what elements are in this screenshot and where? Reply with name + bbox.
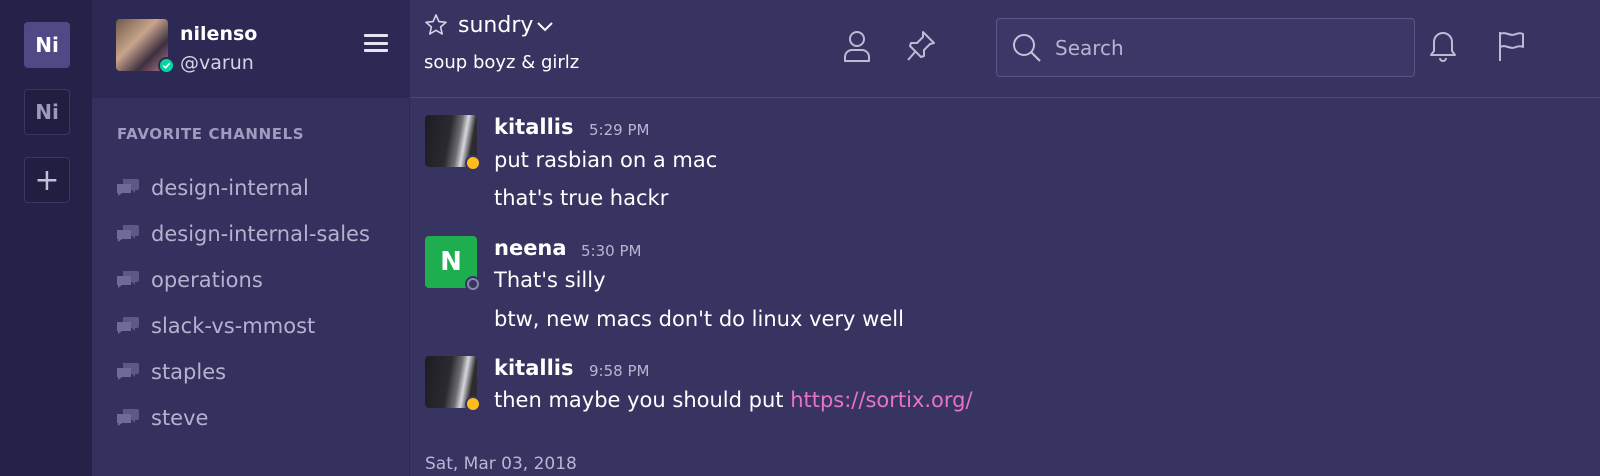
sidebar-item-label: design-internal-sales (151, 222, 370, 246)
sidebar-item-steve[interactable]: steve (117, 395, 370, 441)
post-message-text: then maybe you should put (494, 388, 791, 412)
team-sidebar: Ni Ni + (0, 0, 92, 476)
post-username[interactable]: neena (494, 236, 567, 260)
channel-chat-icon (117, 179, 139, 196)
user-handle[interactable]: @varun (180, 52, 254, 74)
channel-chat-icon (117, 317, 139, 334)
post-timestamp[interactable]: 5:30 PM (581, 242, 641, 260)
chevron-down-icon[interactable] (536, 18, 554, 36)
post-message: put rasbian on a mac (494, 148, 718, 172)
search-input[interactable] (1055, 35, 1395, 60)
post-message: btw, new macs don't do linux very well (494, 307, 904, 331)
post-username[interactable]: kitallis (494, 115, 573, 139)
sidebar-header: nilenso @varun (92, 0, 409, 98)
sidebar-item-label: steve (151, 406, 209, 430)
post-link[interactable]: https://sortix.org/ (790, 388, 972, 412)
offline-status-icon (467, 278, 479, 290)
favorite-channels-title: FAVORITE CHANNELS (117, 125, 305, 143)
add-team-button[interactable]: + (24, 157, 70, 203)
post-message: That's silly (494, 268, 606, 292)
main-menu-icon[interactable] (364, 34, 388, 52)
search-box[interactable] (996, 18, 1415, 77)
channel-chat-icon (117, 225, 139, 242)
channel-chat-icon (117, 363, 139, 380)
channel-sidebar: nilenso @varun FAVORITE CHANNELS design-… (92, 0, 410, 476)
sidebar-item-design-internal[interactable]: design-internal (117, 165, 370, 211)
sidebar-item-staples[interactable]: staples (117, 349, 370, 395)
main-panel: sundry soup boyz & girlz kitallis 5:29 P… (410, 0, 1600, 476)
bell-icon[interactable] (1428, 30, 1458, 62)
team-button-active[interactable]: Ni (24, 22, 70, 68)
sidebar-item-operations[interactable]: operations (117, 257, 370, 303)
sidebar-item-label: staples (151, 360, 227, 384)
online-status-icon (158, 57, 175, 74)
member-icon[interactable] (842, 30, 872, 62)
user-name[interactable]: nilenso (180, 23, 257, 45)
sidebar-item-design-internal-sales[interactable]: design-internal-sales (117, 211, 370, 257)
sidebar-item-label: slack-vs-mmost (151, 314, 316, 338)
post-timestamp[interactable]: 5:29 PM (589, 121, 649, 139)
channel-header: sundry soup boyz & girlz (410, 0, 1600, 98)
channel-chat-icon (117, 271, 139, 288)
search-icon (1013, 33, 1041, 62)
team-button-other[interactable]: Ni (24, 89, 70, 135)
post-timestamp[interactable]: 9:58 PM (589, 362, 649, 380)
post-message: then maybe you should put https://sortix… (494, 388, 973, 412)
channel-purpose: soup boyz & girlz (424, 52, 580, 73)
away-status-icon (465, 396, 481, 412)
sidebar-item-label: operations (151, 268, 263, 292)
date-separator: Sat, Mar 03, 2018 (425, 454, 577, 474)
pin-icon[interactable] (906, 30, 936, 62)
away-status-icon (465, 155, 481, 171)
post-username[interactable]: kitallis (494, 356, 573, 380)
flag-icon[interactable] (1496, 30, 1526, 62)
sidebar-item-slack-vs-mmost[interactable]: slack-vs-mmost (117, 303, 370, 349)
channel-name[interactable]: sundry (458, 13, 533, 38)
channel-list: design-internal design-internal-sales op… (117, 165, 370, 441)
channel-chat-icon (117, 409, 139, 426)
post-message: that's true hackr (494, 186, 669, 210)
star-icon[interactable] (424, 13, 448, 37)
sidebar-item-label: design-internal (151, 176, 309, 200)
